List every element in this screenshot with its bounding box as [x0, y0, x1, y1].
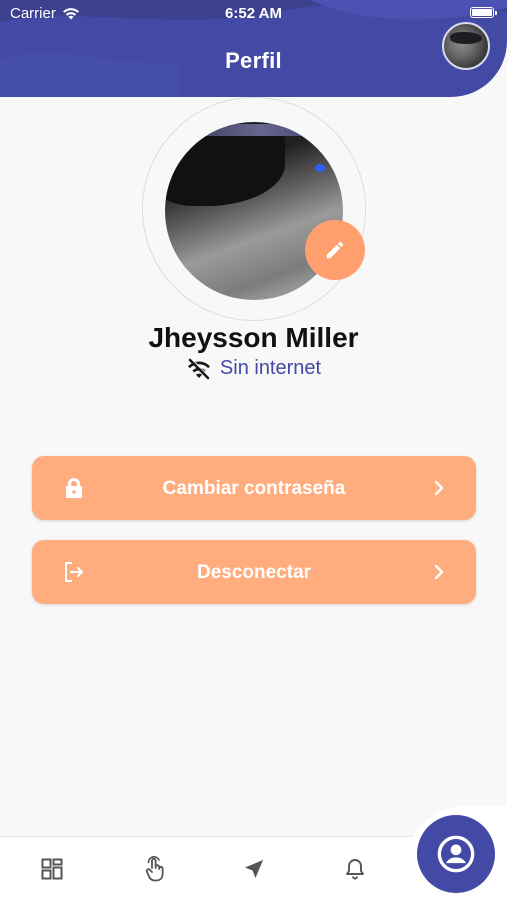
status-time: 6:52 AM — [225, 5, 282, 22]
battery-icon — [470, 7, 497, 18]
connection-status-label: Sin internet — [219, 357, 322, 379]
bell-icon — [346, 859, 364, 880]
logout-label: Desconectar — [196, 562, 312, 583]
status-bar: Carrier 6:52 AM — [0, 0, 507, 28]
change-password-label: Cambiar contraseña — [162, 478, 346, 499]
account-icon — [437, 835, 475, 873]
header-avatar[interactable] — [442, 22, 490, 70]
nav-profile[interactable] — [417, 815, 495, 893]
page-title: Perfil — [225, 48, 282, 73]
chevron-right-icon — [434, 564, 444, 580]
profile-name: Jheysson Miller — [148, 322, 359, 353]
nav-notifications[interactable] — [341, 855, 369, 883]
navigation-icon — [245, 860, 263, 878]
pencil-icon — [326, 241, 344, 259]
change-password-button[interactable]: Cambiar contraseña — [32, 456, 476, 520]
logout-button[interactable]: Desconectar — [32, 540, 476, 604]
dashboard-icon — [41, 858, 63, 880]
app-header: Carrier 6:52 AM Perfil — [0, 0, 507, 97]
nav-dashboard[interactable] — [38, 855, 66, 883]
wifi-off-icon — [187, 357, 210, 379]
edit-avatar-button[interactable] — [305, 220, 365, 280]
connection-status: Sin internet — [0, 357, 507, 380]
nav-location[interactable] — [240, 855, 268, 883]
chevron-right-icon — [434, 480, 444, 496]
touch-icon — [145, 856, 164, 882]
nav-touch[interactable] — [140, 855, 168, 883]
